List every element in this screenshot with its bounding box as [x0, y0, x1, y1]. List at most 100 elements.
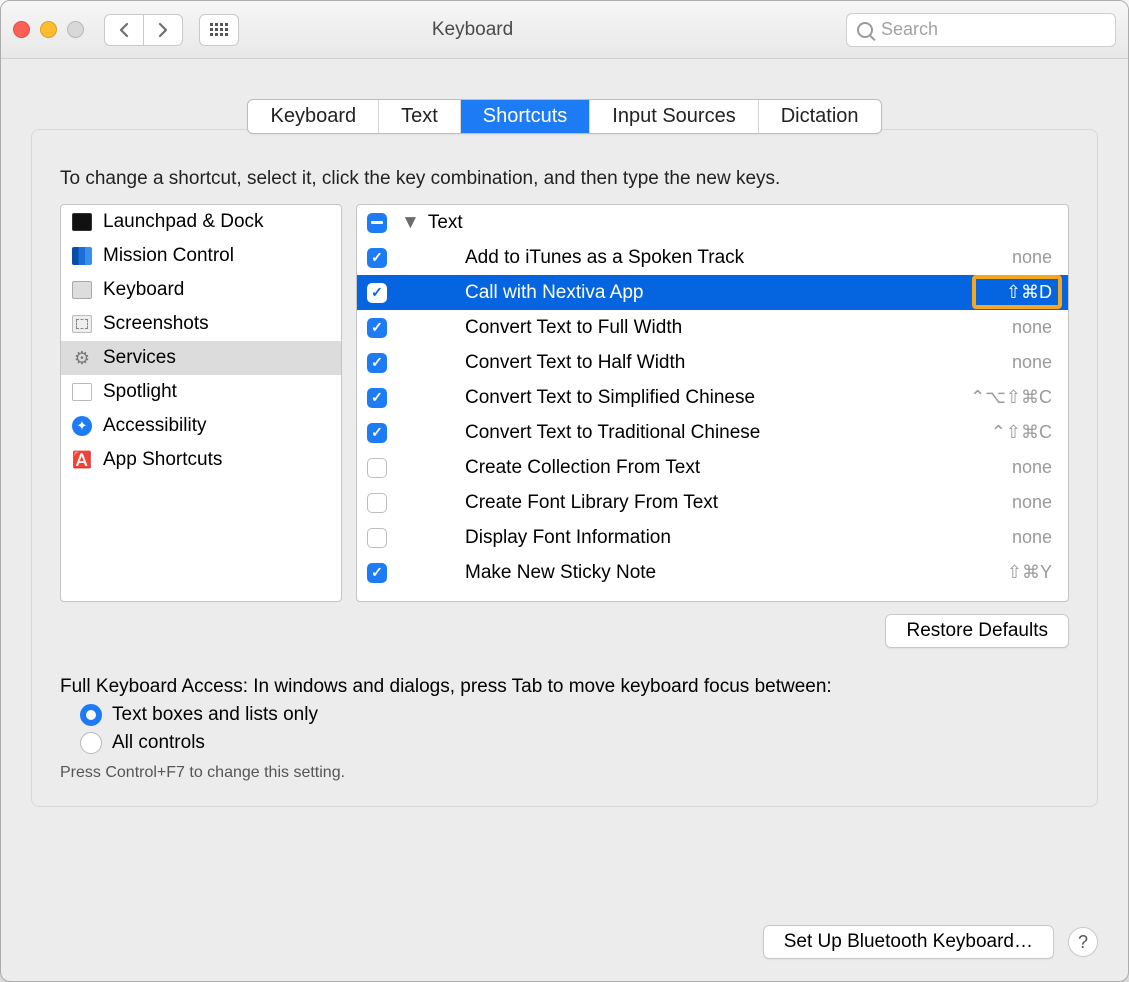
shortcut-checkbox[interactable]	[367, 283, 387, 303]
shortcut-key[interactable]: none	[1012, 352, 1058, 373]
sidebar-item-mission-control[interactable]: Mission Control	[61, 239, 341, 273]
tab-input-sources[interactable]: Input Sources	[590, 100, 758, 133]
shortcut-row[interactable]: Create Font Library From Textnone	[357, 485, 1068, 520]
radio-icon[interactable]	[80, 704, 102, 726]
shortcut-key[interactable]: ⌃⇧⌘C	[991, 422, 1058, 443]
radio-icon[interactable]	[80, 732, 102, 754]
shortcut-checkbox[interactable]	[367, 318, 387, 338]
shortcut-checkbox[interactable]	[367, 423, 387, 443]
preferences-window: Keyboard Search KeyboardTextShortcutsInp…	[0, 0, 1129, 982]
shortcut-key[interactable]: ⌃⌥⇧⌘C	[970, 387, 1058, 408]
tab-dictation[interactable]: Dictation	[759, 100, 881, 133]
tabbar: KeyboardTextShortcutsInput SourcesDictat…	[31, 99, 1098, 134]
shortcut-key[interactable]: none	[1012, 317, 1058, 338]
sidebar-item-services[interactable]: ⚙Services	[61, 341, 341, 375]
shortcut-label: Create Collection From Text	[387, 457, 1012, 479]
split-view: Launchpad & Dock Mission Control Keyboard S…	[60, 204, 1069, 602]
shortcut-checkbox[interactable]	[367, 248, 387, 268]
shortcut-row[interactable]: Create Collection From Textnone	[357, 450, 1068, 485]
fka-option-label: All controls	[112, 732, 205, 754]
group-label: Text	[428, 212, 1058, 234]
tab-shortcuts[interactable]: Shortcuts	[461, 100, 590, 133]
search-input[interactable]: Search	[846, 13, 1116, 47]
shortcut-key[interactable]: ⇧⌘Y	[1007, 562, 1058, 583]
shortcut-label: Convert Text to Half Width	[387, 352, 1012, 374]
sidebar-item-label: Screenshots	[103, 313, 209, 335]
titlebar: Keyboard Search	[1, 1, 1128, 59]
shortcut-label: Display Font Information	[387, 527, 1012, 549]
shortcut-list[interactable]: ▼TextAdd to iTunes as a Spoken Tracknone…	[356, 204, 1069, 602]
footer: Set Up Bluetooth Keyboard… ?	[1, 907, 1128, 981]
shortcut-key[interactable]: none	[1012, 492, 1058, 513]
appshortcuts-icon: 🅰️	[71, 450, 93, 470]
help-icon: ?	[1078, 932, 1088, 953]
shortcut-key[interactable]: none	[1012, 527, 1058, 548]
group-checkbox[interactable]	[367, 213, 387, 233]
full-keyboard-access-heading: Full Keyboard Access: In windows and dia…	[60, 676, 1069, 698]
shortcut-checkbox[interactable]	[367, 493, 387, 513]
spotlight-icon	[71, 382, 93, 402]
disclosure-triangle-icon[interactable]: ▼	[401, 212, 420, 234]
shortcut-key[interactable]: none	[1012, 247, 1058, 268]
tab-text[interactable]: Text	[379, 100, 461, 133]
shortcut-label: Call with Nextiva App	[387, 282, 1006, 304]
close-icon[interactable]	[13, 21, 30, 38]
tab-keyboard[interactable]: Keyboard	[248, 100, 379, 133]
shortcut-key[interactable]: ⇧⌘D	[1006, 282, 1058, 303]
sidebar-item-accessibility[interactable]: ✦Accessibility	[61, 409, 341, 443]
fka-option-label: Text boxes and lists only	[112, 704, 318, 726]
sidebar-item-label: Accessibility	[103, 415, 206, 437]
sidebar-item-label: Mission Control	[103, 245, 234, 267]
shortcut-checkbox[interactable]	[367, 563, 387, 583]
shortcut-row[interactable]: Display Font Informationnone	[357, 520, 1068, 555]
shortcut-key[interactable]: none	[1012, 457, 1058, 478]
search-placeholder: Search	[881, 19, 938, 40]
sidebar-item-screenshots[interactable]: Screenshots	[61, 307, 341, 341]
shortcut-checkbox[interactable]	[367, 353, 387, 373]
fka-hint: Press Control+F7 to change this setting.	[60, 764, 1069, 782]
shortcut-row[interactable]: Make New Sticky Note⇧⌘Y	[357, 555, 1068, 590]
window-controls	[13, 21, 84, 38]
window-title: Keyboard	[109, 19, 836, 41]
mission-icon	[71, 246, 93, 266]
shortcut-label: Convert Text to Traditional Chinese	[387, 422, 991, 444]
sidebar-item-keyboard[interactable]: Keyboard	[61, 273, 341, 307]
fka-option[interactable]: Text boxes and lists only	[80, 704, 1069, 726]
sidebar-item-label: App Shortcuts	[103, 449, 222, 471]
sidebar-item-label: Keyboard	[103, 279, 184, 301]
shortcut-row[interactable]: Call with Nextiva App⇧⌘D	[357, 275, 1068, 310]
shortcut-checkbox[interactable]	[367, 388, 387, 408]
shortcut-label: Make New Sticky Note	[387, 562, 1007, 584]
sidebar-item-label: Spotlight	[103, 381, 177, 403]
launchpad-icon	[71, 212, 93, 232]
shortcut-label: Create Font Library From Text	[387, 492, 1012, 514]
instructions: To change a shortcut, select it, click t…	[60, 168, 1069, 190]
shortcut-label: Add to iTunes as a Spoken Track	[387, 247, 1012, 269]
screenshots-icon	[71, 314, 93, 334]
restore-defaults-button[interactable]: Restore Defaults	[885, 614, 1069, 648]
shortcut-checkbox[interactable]	[367, 458, 387, 478]
shortcut-row[interactable]: Convert Text to Simplified Chinese⌃⌥⇧⌘C	[357, 380, 1068, 415]
sidebar-item-spotlight[interactable]: Spotlight	[61, 375, 341, 409]
category-sidebar[interactable]: Launchpad & Dock Mission Control Keyboard S…	[60, 204, 342, 602]
shortcut-row[interactable]: Convert Text to Half Widthnone	[357, 345, 1068, 380]
content: KeyboardTextShortcutsInput SourcesDictat…	[1, 59, 1128, 907]
sidebar-item-label: Launchpad & Dock	[103, 211, 264, 233]
shortcut-label: Convert Text to Simplified Chinese	[387, 387, 970, 409]
setup-bluetooth-button[interactable]: Set Up Bluetooth Keyboard…	[763, 925, 1054, 959]
shortcut-label: Convert Text to Full Width	[387, 317, 1012, 339]
zoom-icon	[67, 21, 84, 38]
shortcut-row[interactable]: Add to iTunes as a Spoken Tracknone	[357, 240, 1068, 275]
shortcut-group-row[interactable]: ▼ Text	[357, 205, 1068, 240]
sidebar-item-launchpad-dock[interactable]: Launchpad & Dock	[61, 205, 341, 239]
shortcuts-panel: To change a shortcut, select it, click t…	[31, 129, 1098, 807]
minimize-icon[interactable]	[40, 21, 57, 38]
sidebar-item-label: Services	[103, 347, 176, 369]
help-button[interactable]: ?	[1068, 927, 1098, 957]
shortcut-row[interactable]: Convert Text to Full Widthnone	[357, 310, 1068, 345]
fka-option[interactable]: All controls	[80, 732, 1069, 754]
shortcut-checkbox[interactable]	[367, 528, 387, 548]
shortcut-row[interactable]: Convert Text to Traditional Chinese⌃⇧⌘C	[357, 415, 1068, 450]
keyboard-icon	[71, 280, 93, 300]
sidebar-item-app-shortcuts[interactable]: 🅰️ App Shortcuts	[61, 443, 341, 477]
